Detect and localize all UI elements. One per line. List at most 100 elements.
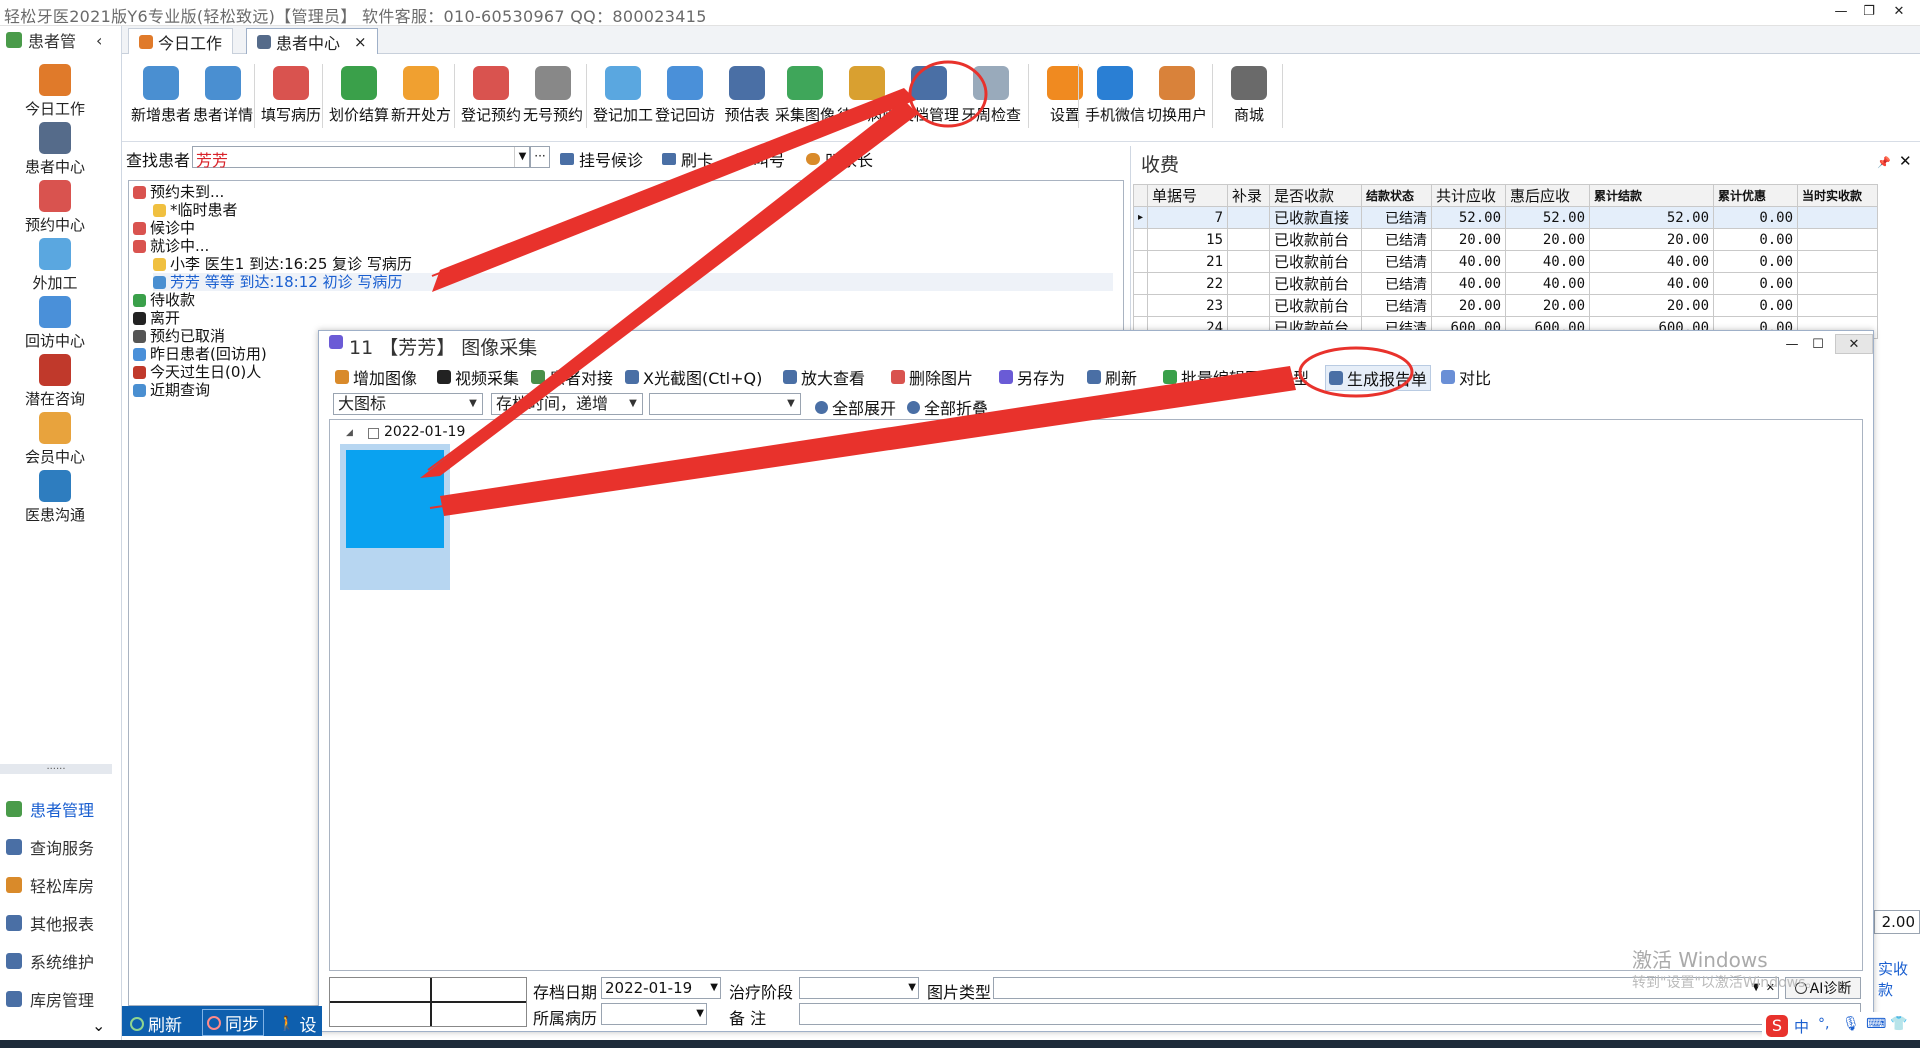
- toolbar-button-9[interactable]: 预估表: [716, 62, 778, 136]
- dialog-toolbar-button-1[interactable]: 视频采集: [437, 365, 519, 389]
- toolbar-button-16[interactable]: 切换用户: [1146, 62, 1208, 136]
- partial-amount-link[interactable]: 实收款: [1878, 958, 1920, 1000]
- nav-splitter[interactable]: ......: [0, 762, 112, 774]
- sync-button[interactable]: 同步: [202, 1009, 264, 1036]
- toolbar-button-13[interactable]: 牙周检查: [960, 62, 1022, 136]
- dialog-toolbar-button-0[interactable]: 增加图像: [335, 365, 417, 389]
- toolbar-button-1[interactable]: 患者详情: [192, 62, 254, 136]
- table-row[interactable]: 23 已收款前台 已结清 20.00 20.00 20.00 0.00: [1132, 294, 1879, 317]
- stage-select[interactable]: ▼: [799, 977, 919, 999]
- tree-node[interactable]: 预约已取消: [133, 327, 225, 345]
- search-input[interactable]: 芳芳: [192, 146, 530, 170]
- dialog-toolbar-button-4[interactable]: 放大查看: [783, 365, 865, 389]
- search-dropdown-icon[interactable]: ▼: [514, 147, 530, 167]
- toolbar-button-3[interactable]: 划价结算: [328, 62, 390, 136]
- search-more-button[interactable]: ···: [530, 146, 550, 168]
- keyboard-icon[interactable]: ⌨: [1866, 1016, 1886, 1032]
- dialog-close-button[interactable]: ✕: [1835, 334, 1873, 354]
- refresh-button[interactable]: 刷新: [130, 1011, 182, 1036]
- toolbar-button-11[interactable]: 待办病历: [836, 62, 898, 136]
- table-row[interactable]: ▸ 7 已收款直接 已结清 52.00 52.00 52.00 0.00: [1132, 206, 1879, 229]
- expand-all-button[interactable]: 全部展开: [815, 395, 896, 419]
- expand-icon[interactable]: ⌄: [92, 1016, 105, 1035]
- sort-select[interactable]: 存档时间，递增 ▼: [491, 393, 643, 415]
- nav-section-4[interactable]: 系统维护: [6, 944, 118, 978]
- toolbar-button-4[interactable]: 新开处方: [390, 62, 452, 136]
- dialog-toolbar-button-5[interactable]: 删除图片: [891, 365, 973, 389]
- nav-section-3[interactable]: 其他报表: [6, 906, 118, 940]
- dialog-toolbar-button-8[interactable]: 批量编辑图像类型: [1163, 365, 1309, 389]
- toolbar-button-5[interactable]: 登记预约: [460, 62, 522, 136]
- tree-node[interactable]: 待收款: [133, 291, 195, 309]
- toolbar-button-17[interactable]: 商城: [1218, 62, 1280, 136]
- toolbar-button-0[interactable]: 新增患者: [130, 62, 192, 136]
- tree-node[interactable]: 小李 医生1 到达:16:25 复诊 写病历: [153, 255, 412, 273]
- call-number-button[interactable]: 叫号: [736, 147, 785, 171]
- collapse-chevron-icon[interactable]: ‹: [96, 31, 102, 50]
- nav-section-2[interactable]: 轻松库房: [6, 868, 118, 902]
- collapse-all-button[interactable]: 全部折叠: [907, 395, 988, 419]
- tab-close-icon[interactable]: ×: [354, 33, 367, 51]
- ime-mode[interactable]: 中: [1794, 1016, 1809, 1037]
- tree-node[interactable]: 近期查询: [133, 381, 210, 399]
- toolbar-button-6[interactable]: 无号预约: [522, 62, 584, 136]
- column-header[interactable]: 共计应收: [1431, 184, 1507, 207]
- skin-icon[interactable]: 👕: [1890, 1016, 1907, 1032]
- toolbar-button-12[interactable]: 文档管理: [898, 62, 960, 136]
- filter-select[interactable]: ▼: [649, 393, 801, 415]
- column-header[interactable]: 惠后应收: [1505, 184, 1591, 207]
- table-row[interactable]: 21 已收款前台 已结清 40.00 40.00 40.00 0.00: [1132, 250, 1879, 273]
- dialog-toolbar-button-6[interactable]: 另存为: [999, 365, 1065, 389]
- column-header[interactable]: 累计结款: [1589, 184, 1715, 207]
- view-mode-select[interactable]: 大图标 ▼: [333, 393, 483, 415]
- tab-patient-center[interactable]: 患者中心 ×: [246, 28, 378, 54]
- nav-section-1[interactable]: 查询服务: [6, 830, 118, 864]
- column-header[interactable]: 单据号: [1147, 184, 1229, 207]
- nav-item-7[interactable]: 医患沟通: [0, 464, 110, 534]
- dialog-minimize-button[interactable]: —: [1781, 335, 1803, 355]
- toolbar-button-8[interactable]: 登记回访: [654, 62, 716, 136]
- tree-node[interactable]: 昨日患者(回访用): [133, 345, 267, 363]
- close-button[interactable]: ✕: [1888, 2, 1910, 22]
- dialog-toolbar-button-3[interactable]: X光截图(Ctl+Q): [625, 365, 762, 389]
- charge-close-icon[interactable]: ✕: [1899, 152, 1912, 170]
- record-select[interactable]: ▼: [601, 1003, 707, 1025]
- toolbar-button-7[interactable]: 登记加工: [592, 62, 654, 136]
- table-row[interactable]: 15 已收款前台 已结清 20.00 20.00 20.00 0.00: [1132, 228, 1879, 251]
- column-header[interactable]: 结款状态: [1361, 184, 1433, 207]
- tree-node[interactable]: 就诊中...: [133, 237, 209, 255]
- tree-node[interactable]: *临时患者: [153, 201, 238, 219]
- group-collapse-icon[interactable]: ◢: [346, 428, 353, 438]
- dialog-toolbar-button-10[interactable]: 对比: [1441, 365, 1491, 389]
- minimize-button[interactable]: —: [1830, 2, 1852, 22]
- toolbar-button-2[interactable]: 填写病历: [260, 62, 322, 136]
- table-row[interactable]: 22 已收款前台 已结清 40.00 40.00 40.00 0.00: [1132, 272, 1879, 295]
- tree-node[interactable]: 预约未到...: [133, 183, 224, 201]
- dialog-maximize-button[interactable]: ☐: [1807, 335, 1829, 355]
- note-field[interactable]: [799, 1003, 1861, 1025]
- queue-button[interactable]: 挂号候诊: [560, 147, 643, 171]
- settings-button[interactable]: 🚶 设: [278, 1011, 316, 1037]
- pin-icon[interactable]: 📌: [1877, 156, 1891, 169]
- archive-date-field[interactable]: 2022-01-19 ▼: [601, 977, 721, 999]
- column-header[interactable]: [1132, 184, 1149, 207]
- dialog-toolbar-button-7[interactable]: 刷新: [1087, 365, 1137, 389]
- tab-today-work[interactable]: 今日工作: [128, 28, 234, 54]
- column-header[interactable]: 是否收款: [1269, 184, 1363, 207]
- column-header[interactable]: 当时实收款: [1797, 184, 1879, 207]
- toolbar-button-10[interactable]: 采集图像: [774, 62, 836, 136]
- dialog-toolbar-button-9[interactable]: 生成报告单: [1325, 365, 1432, 391]
- swipe-card-button[interactable]: 刷卡: [662, 147, 713, 171]
- tree-node[interactable]: 候诊中: [133, 219, 195, 237]
- ime-toolbar[interactable]: S 中 °, 🎙 ⌨ 👕: [1762, 1012, 1920, 1040]
- toolbar-button-15[interactable]: 手机微信: [1084, 62, 1146, 136]
- column-header[interactable]: 累计优惠: [1713, 184, 1799, 207]
- nav-section-0[interactable]: 患者管理: [6, 792, 118, 826]
- column-header[interactable]: 补录: [1227, 184, 1271, 207]
- nav-section-5[interactable]: 库房管理: [6, 982, 118, 1016]
- group-checkbox[interactable]: [368, 428, 379, 439]
- dialog-toolbar-button-2[interactable]: 患者对接: [531, 365, 613, 389]
- restore-button[interactable]: ❐: [1858, 2, 1880, 22]
- tree-node[interactable]: 芳芳 等等 到达:18:12 初诊 写病历: [153, 273, 1113, 291]
- punctuation-icon[interactable]: °,: [1818, 1016, 1829, 1032]
